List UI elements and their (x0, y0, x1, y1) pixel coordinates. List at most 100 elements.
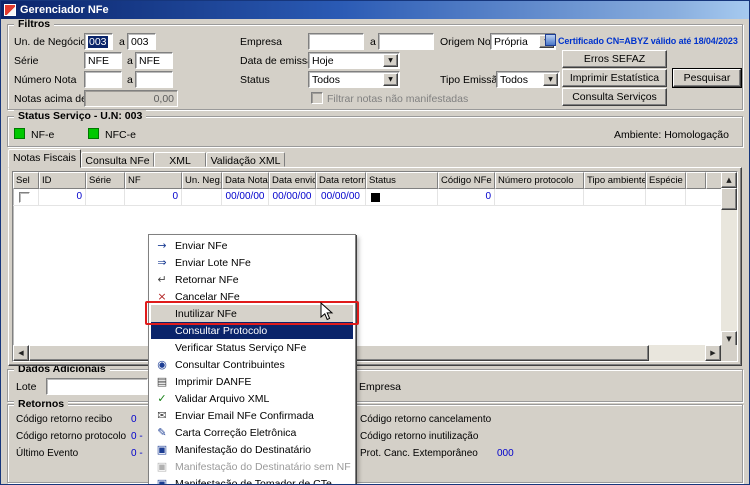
menu-item-carta-correcao[interactable]: ✎ Carta Correção Eletrônica (151, 424, 353, 441)
tipo-emissao-label: Tipo Emissão (440, 74, 504, 86)
numero-nota-to-input[interactable] (135, 71, 173, 88)
col-un-neg[interactable]: Un. Neg. (182, 172, 222, 189)
menu-item-label: Cancelar NFe (175, 290, 240, 303)
cell-id: 0 (39, 189, 86, 206)
range-separator: a (370, 36, 376, 48)
menu-item-manifestacao-destinatario[interactable]: ▣ Manifestação do Destinatário (151, 441, 353, 458)
erros-sefaz-button[interactable]: Erros SEFAZ (562, 50, 667, 68)
empresa-to-input[interactable] (378, 33, 434, 50)
cancelar-nfe-icon: × (157, 290, 167, 303)
menu-item-label: Manifestação de Tomador de CTe (175, 477, 332, 485)
chevron-down-icon[interactable]: ▼ (543, 73, 558, 86)
manifest-checkbox[interactable] (311, 92, 323, 104)
certificate-icon (545, 34, 556, 46)
lote-label: Lote (16, 381, 37, 393)
consulta-servicos-button[interactable]: Consulta Serviços (562, 88, 667, 106)
col-serie[interactable]: Série (86, 172, 125, 189)
col-nf[interactable]: NF (125, 172, 182, 189)
prot-canc-value: 000 (497, 448, 514, 459)
ultimo-evento-value: 0 - (131, 448, 143, 459)
lote-input[interactable] (46, 378, 148, 395)
retorno-protocolo-label: Código retorno protocolo (16, 431, 127, 442)
menu-item-consultar-protocolo[interactable]: Consultar Protocolo (151, 322, 353, 339)
col-codigo-nfe[interactable]: Código NFe (438, 172, 495, 189)
tab-consulta-nfe[interactable]: Consulta NFe (81, 152, 154, 167)
enviar-nfe-icon: → (157, 239, 167, 252)
un-negocio-to-input[interactable]: 003 (127, 33, 156, 50)
retornos-legend: Retornos (14, 398, 69, 410)
table-row[interactable]: 0 0 00/00/00 00/00/00 00/00/00 0 (13, 189, 737, 206)
tipo-emissao-value: Todos (500, 74, 529, 86)
retorno-recibo-label: Código retorno recibo (16, 414, 113, 425)
menu-item-inutilizar-nfe[interactable]: Inutilizar NFe (151, 305, 353, 322)
data-emissao-value: Hoje (312, 55, 334, 67)
cell-codigo-nfe: 0 (438, 189, 495, 206)
menu-item-label: Carta Correção Eletrônica (175, 426, 297, 439)
titlebar[interactable]: Gerenciador NFe (1, 1, 749, 19)
serie-label: Série (14, 55, 39, 67)
vertical-scrollbar[interactable]: ▲ ▼ (721, 172, 737, 347)
row-checkbox[interactable] (19, 192, 30, 203)
un-negocio-from-input[interactable]: 003 (84, 33, 113, 50)
menu-item-verificar-status[interactable]: Verificar Status Serviço NFe (151, 339, 353, 356)
retorno-cancelamento-label: Código retorno cancelamento (360, 414, 492, 425)
menu-item-consultar-contribuintes[interactable]: ◉ Consultar Contribuintes (151, 356, 353, 373)
chevron-down-icon[interactable]: ▼ (383, 54, 398, 67)
col-sel[interactable]: Sel (13, 172, 39, 189)
ultimo-evento-label: Último Evento (16, 448, 79, 459)
col-tipo-ambiente[interactable]: Tipo ambiente (584, 172, 646, 189)
serie-from-input[interactable]: NFE (84, 52, 122, 69)
scroll-right-icon[interactable]: ▶ (705, 345, 721, 361)
col-status[interactable]: Status (366, 172, 438, 189)
empresa-from-input[interactable] (308, 33, 364, 50)
scroll-left-icon[interactable]: ◀ (13, 345, 29, 361)
enviar-email-icon: ✉ (157, 409, 167, 422)
col-numero-protocolo[interactable]: Número protocolo (495, 172, 584, 189)
numero-nota-from-input[interactable] (84, 71, 122, 88)
menu-item-validar-xml[interactable]: ✓ Validar Arquivo XML (151, 390, 353, 407)
col-data-retorno[interactable]: Data retorno (316, 172, 366, 189)
col-id[interactable]: ID (39, 172, 86, 189)
menu-item-enviar-nfe[interactable]: → Enviar NFe (151, 237, 353, 254)
imprimir-estatistica-button[interactable]: Imprimir Estatística (562, 69, 667, 87)
tab-validacao-xml[interactable]: Validação XML (206, 152, 285, 167)
horizontal-scrollbar[interactable]: ◀ ▶ (13, 345, 721, 361)
tipo-emissao-select[interactable]: Todos ▼ (496, 71, 560, 88)
menu-item-enviar-lote-nfe[interactable]: ⇒ Enviar Lote NFe (151, 254, 353, 271)
menu-item-label: Retornar NFe (175, 273, 239, 286)
empresa-label: Empresa (240, 36, 283, 48)
menu-item-label: Verificar Status Serviço NFe (175, 341, 307, 354)
menu-item-imprimir-danfe[interactable]: ▤ Imprimir DANFE (151, 373, 353, 390)
tab-notas-fiscais[interactable]: Notas Fiscais (8, 149, 81, 168)
menu-item-enviar-email[interactable]: ✉ Enviar Email NFe Confirmada (151, 407, 353, 424)
notas-acima-label: Notas acima de (14, 93, 87, 105)
cell-un-neg (182, 189, 222, 206)
data-emissao-select[interactable]: Hoje ▼ (308, 52, 400, 69)
col-data-nota[interactable]: Data Nota (222, 172, 269, 189)
menu-item-label: Enviar Lote NFe (175, 256, 251, 269)
col-especie[interactable]: Espécie (646, 172, 686, 189)
cell-data-nota: 00/00/00 (222, 189, 269, 206)
cell-numero-protocolo (495, 189, 584, 206)
nfe-status-label: NF-e (31, 129, 55, 141)
grid-header: Sel ID Série NF Un. Neg. Data Nota Data … (13, 172, 737, 189)
manifestacao-destinatario-icon: ▣ (156, 443, 168, 456)
vertical-scroll-thumb[interactable] (721, 188, 737, 210)
pesquisar-button[interactable]: Pesquisar (673, 69, 741, 87)
cell-nf: 0 (125, 189, 182, 206)
retorno-protocolo-value: 0 - (131, 431, 143, 442)
status-filter-select[interactable]: Todos ▼ (308, 71, 400, 88)
un-negocio-label: Un. de Negócio (14, 36, 87, 48)
col-data-envio[interactable]: Data envio (269, 172, 316, 189)
menu-item-cancelar-nfe[interactable]: × Cancelar NFe (151, 288, 353, 305)
cell-serie (86, 189, 125, 206)
chevron-down-icon[interactable]: ▼ (383, 73, 398, 86)
menu-item-retornar-nfe[interactable]: ↵ Retornar NFe (151, 271, 353, 288)
context-menu: → Enviar NFe ⇒ Enviar Lote NFe ↵ Retornar N… (148, 234, 356, 485)
enviar-lote-nfe-icon: ⇒ (157, 256, 167, 269)
scroll-up-icon[interactable]: ▲ (721, 172, 737, 188)
tab-xml[interactable]: XML (154, 152, 206, 167)
menu-item-manifestacao-tomador[interactable]: ▣ Manifestação de Tomador de CTe (151, 475, 353, 485)
serie-to-input[interactable]: NFE (135, 52, 173, 69)
cell-status (366, 189, 438, 206)
